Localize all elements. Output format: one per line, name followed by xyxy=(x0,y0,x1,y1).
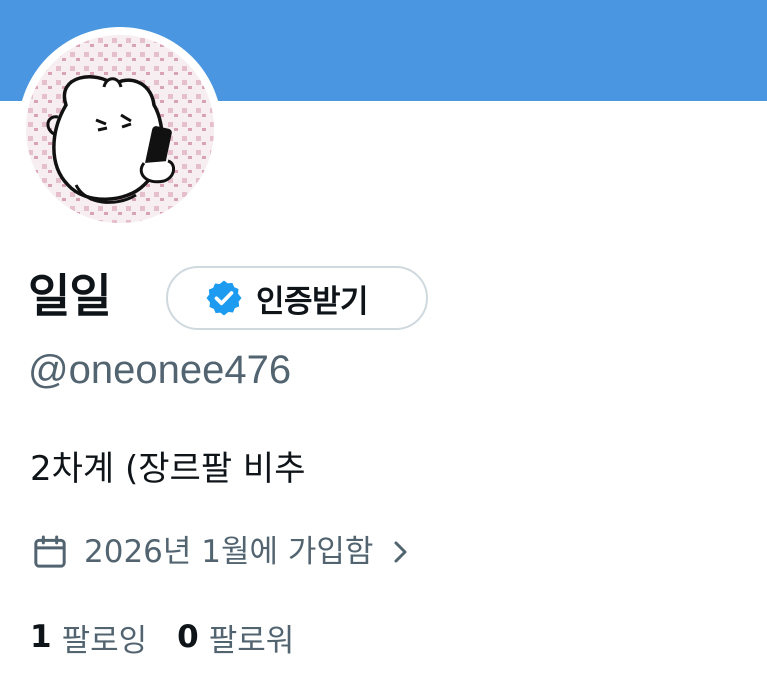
profile-handle: @oneonee476 xyxy=(28,348,292,392)
display-name: 일일 xyxy=(28,269,112,323)
followers-count: 0 xyxy=(177,619,199,655)
following-label: 팔로잉 xyxy=(61,622,148,659)
joined-date-row[interactable]: 2026년 1월에 가입함 xyxy=(30,530,413,574)
follow-stats: 1 팔로잉 0 팔로워 xyxy=(30,615,324,660)
get-verified-button[interactable]: 인증받기 xyxy=(166,266,428,330)
verified-badge-icon xyxy=(204,278,244,318)
avatar[interactable] xyxy=(26,35,214,223)
avatar-image xyxy=(26,35,214,223)
get-verified-label: 인증받기 xyxy=(256,283,369,320)
joined-date-text: 2026년 1월에 가입함 xyxy=(84,533,374,570)
following-count: 1 xyxy=(30,619,52,655)
following-link[interactable]: 1 팔로잉 xyxy=(30,615,147,660)
name-row: 일일 인증받기 xyxy=(28,258,428,334)
calendar-icon xyxy=(30,532,70,572)
profile-bio: 2차계 (장르팔 비추 xyxy=(30,449,306,489)
chevron-right-icon xyxy=(389,537,413,567)
followers-label: 팔로워 xyxy=(208,622,295,659)
followers-link[interactable]: 0 팔로워 xyxy=(177,615,294,660)
